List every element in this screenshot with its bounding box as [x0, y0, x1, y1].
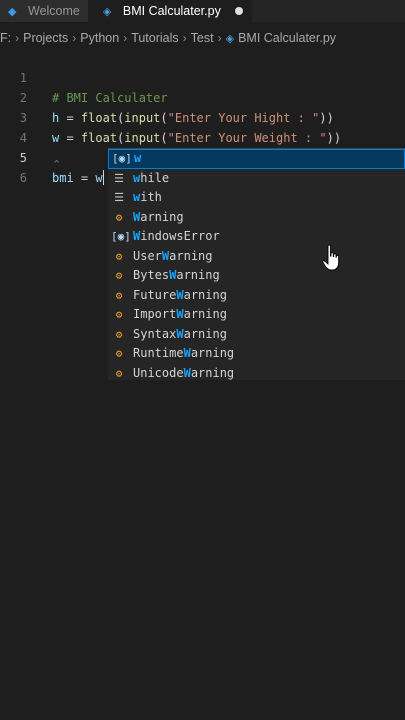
suggestion-label: UnicodeWarning — [133, 364, 234, 384]
class-icon: ⚙ — [115, 327, 123, 341]
tab-welcome[interactable]: ◆ Welcome — [0, 0, 89, 22]
suggestion-suffix: arning — [183, 307, 227, 321]
suggestion-match: W — [176, 307, 184, 321]
suggestion-label: SyntaxWarning — [133, 325, 227, 345]
suggestion-suffix: arning — [190, 346, 235, 360]
suggestion-item[interactable]: ☰ with — [108, 188, 405, 208]
code-line[interactable]: 3 w = float(input("Enter Your Weight : "… — [0, 88, 405, 145]
vscode-icon: ◆ — [8, 5, 17, 18]
code-typed-text: w — [95, 171, 103, 185]
code-line[interactable]: 2 h = float(input("Enter Your Hight : ")… — [0, 68, 405, 125]
suggestion-item[interactable]: ⚙ FutureWarning — [108, 286, 405, 306]
suggestion-label: Warning — [133, 208, 184, 228]
breadcrumb-test[interactable]: Test — [191, 31, 214, 45]
suggestion-suffix: hile — [140, 170, 170, 185]
suggestion-item[interactable]: ⚙ ImportWarning — [108, 305, 405, 325]
suggestion-match: W — [183, 346, 191, 360]
keyword-icon: ☰ — [114, 171, 124, 185]
suggestion-suffix: arning — [183, 326, 227, 341]
class-icon: ⚙ — [115, 308, 123, 321]
breadcrumb-tutorials[interactable]: Tutorials — [131, 31, 178, 45]
chevron-right-icon: › — [182, 31, 187, 45]
chevron-right-icon: › — [15, 31, 20, 45]
suggestion-item[interactable]: ⚙ Warning — [108, 208, 405, 228]
variable-icon: [◉] — [111, 230, 131, 243]
line-number: 6 — [19, 171, 27, 185]
suggestion-label: WindowsError — [133, 227, 220, 247]
class-icon: ⚙ — [115, 249, 123, 263]
suggestion-prefix: Bytes — [133, 268, 170, 282]
breadcrumb: F: › Projects › Python › Tutorials › Tes… — [0, 27, 405, 49]
hand-cursor-icon — [322, 244, 340, 271]
suggestion-prefix: Runtime — [133, 346, 184, 360]
code-line[interactable]: 4 — [0, 108, 405, 145]
suggestion-label: RuntimeWarning — [133, 344, 234, 364]
suggestion-match: W — [183, 365, 191, 380]
unsaved-dot-icon[interactable] — [234, 7, 243, 15]
class-icon: ⚙ — [115, 210, 123, 224]
code-line[interactable]: 1 # BMI Calculater — [0, 48, 405, 105]
text-cursor — [102, 170, 104, 185]
suggestion-suffix: ith — [140, 190, 162, 204]
suggestion-label: FutureWarning — [133, 286, 227, 306]
breadcrumb-drive[interactable]: F: — [0, 31, 11, 45]
class-icon: ⚙ — [115, 269, 123, 282]
suggestion-suffix: arning — [140, 209, 184, 224]
fold-hint-icon: ⌃ — [52, 159, 62, 171]
suggestion-prefix: User — [133, 248, 162, 263]
python-icon: ◈ — [225, 32, 235, 45]
suggestion-label: while — [133, 169, 169, 189]
suggestion-prefix: Import — [133, 307, 177, 321]
suggestion-match: w — [134, 151, 142, 165]
suggestion-prefix: Future — [133, 287, 177, 302]
suggestion-item[interactable]: ⚙ BytesWarning — [108, 266, 405, 286]
suggestion-item[interactable]: ☰ while — [108, 169, 405, 189]
class-icon: ⚙ — [115, 366, 123, 380]
suggestion-suffix: arning — [176, 268, 220, 282]
suggestion-item[interactable]: ⚙ RuntimeWarning — [108, 344, 405, 364]
class-icon: ⚙ — [115, 347, 123, 360]
tab-label: Welcome — [28, 4, 80, 18]
tab-bmi-calculater[interactable]: ◈ BMI Calculater.py — [88, 0, 252, 22]
breadcrumb-projects[interactable]: Projects — [23, 31, 68, 45]
suggestion-suffix: arning — [169, 248, 213, 263]
suggestion-label: BytesWarning — [133, 266, 220, 286]
chevron-right-icon: › — [72, 31, 77, 45]
suggestion-suffix: arning — [190, 365, 235, 380]
chevron-right-icon: › — [123, 31, 128, 45]
autocomplete-suggestions[interactable]: [◉] w ☰ while ☰ with ⚙ Warning [◉] WindowsError ⚙ U… — [108, 148, 405, 380]
suggestion-suffix: indowsError — [140, 229, 220, 243]
suggestion-prefix: Unicode — [133, 365, 184, 380]
suggestion-label: UserWarning — [133, 247, 213, 267]
suggestion-item[interactable]: [◉] w — [108, 149, 405, 169]
suggestion-label: ImportWarning — [133, 305, 227, 325]
keyword-icon: ☰ — [114, 191, 124, 204]
suggestion-label: with — [133, 188, 162, 208]
tab-bar: ◆ Welcome ◈ BMI Calculater.py — [0, 0, 405, 22]
variable-icon: [◉] — [112, 152, 132, 165]
python-icon: ◈ — [102, 5, 112, 18]
code-operator: = — [73, 171, 96, 185]
breadcrumb-python[interactable]: Python — [80, 31, 119, 45]
tab-label: BMI Calculater.py — [122, 4, 221, 18]
breadcrumb-file[interactable]: BMI Calculater.py — [238, 31, 336, 45]
chevron-right-icon: › — [217, 31, 222, 45]
suggestion-item[interactable]: ⚙ UserWarning — [108, 247, 405, 267]
class-icon: ⚙ — [115, 288, 123, 302]
suggestion-suffix: arning — [183, 287, 227, 302]
suggestion-match: W — [176, 326, 184, 341]
suggestion-item[interactable]: ⚙ SyntaxWarning — [108, 325, 405, 345]
suggestion-label: w — [134, 149, 141, 169]
code-line-current[interactable]: 5 bmi = w — [0, 128, 405, 185]
code-variable: bmi — [52, 171, 74, 185]
suggestion-match: W — [176, 287, 184, 302]
suggestion-prefix: Syntax — [133, 326, 177, 341]
suggestion-item[interactable]: [◉] WindowsError — [108, 227, 405, 247]
suggestion-item[interactable]: ⚙ UnicodeWarning — [108, 364, 405, 384]
